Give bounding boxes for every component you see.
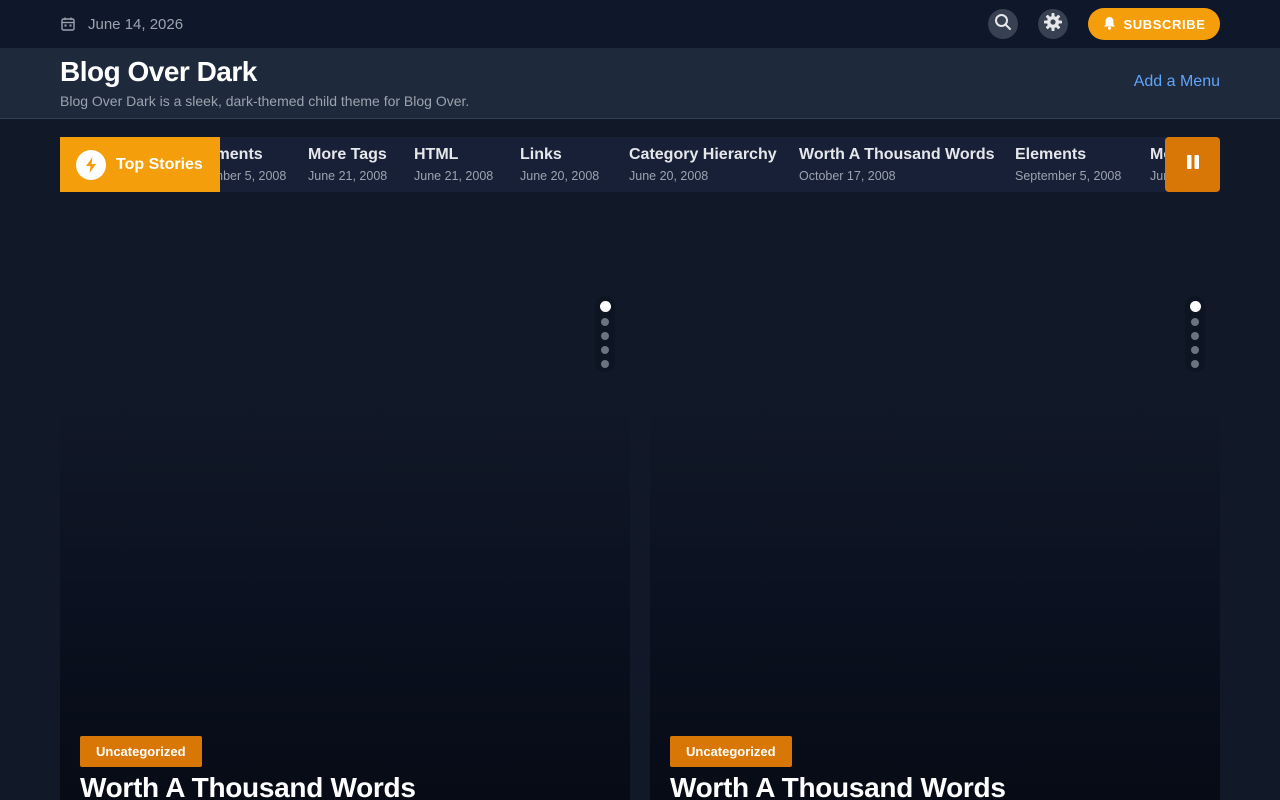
ticker-item[interactable]: Links June 20, 2008 xyxy=(520,146,599,183)
slider-dot[interactable] xyxy=(1191,318,1199,326)
slider-pagination xyxy=(595,296,615,372)
date-display: June 14, 2026 xyxy=(60,0,183,48)
calendar-icon xyxy=(60,16,76,32)
post-title[interactable]: Worth A Thousand Words xyxy=(670,772,1006,800)
ticker-item-title: More Tags xyxy=(308,146,387,163)
bolt-icon xyxy=(76,149,106,180)
ticker-item[interactable]: Elements September 5, 2008 xyxy=(1015,146,1121,183)
theme-settings-button[interactable] xyxy=(1038,9,1068,39)
ticker-item[interactable]: Category Hierarchy June 20, 2008 xyxy=(629,146,777,183)
add-menu-link[interactable]: Add a Menu xyxy=(1134,73,1220,91)
ticker-pause-button[interactable] xyxy=(1165,137,1220,192)
bell-icon xyxy=(1103,16,1116,33)
category-badge[interactable]: Uncategorized xyxy=(670,736,792,767)
slider-dot[interactable] xyxy=(1191,332,1199,340)
ticker-item[interactable]: More Tags June 21, 2008 xyxy=(308,146,387,183)
subscribe-label: SUBSCRIBE xyxy=(1123,16,1206,32)
pause-icon xyxy=(1186,154,1200,175)
date-text: June 14, 2026 xyxy=(88,15,184,33)
ticker-item-date: June 20, 2008 xyxy=(629,169,709,183)
ticker-item-date: June 20, 2008 xyxy=(520,169,600,183)
news-ticker: Comments September 5, 2008 More Tags Jun… xyxy=(60,137,1220,192)
ticker-item[interactable]: Worth A Thousand Words October 17, 2008 xyxy=(799,146,995,183)
top-bar: June 14, 2026 SUBSCRIBE xyxy=(0,0,1280,48)
slider-dot[interactable] xyxy=(601,360,609,368)
ticker-item-title: Category Hierarchy xyxy=(629,146,777,163)
slider-dot[interactable] xyxy=(601,332,609,340)
top-stories-text: Top Stories xyxy=(116,155,203,173)
ticker-item-title: HTML xyxy=(414,146,459,163)
ticker-item-title: Worth A Thousand Words xyxy=(799,146,995,163)
site-title[interactable]: Blog Over Dark xyxy=(60,56,257,88)
featured-post-card[interactable]: Uncategorized Worth A Thousand Words xyxy=(60,232,630,800)
site-description: Blog Over Dark is a sleek, dark-themed c… xyxy=(60,93,470,109)
slider-dot[interactable] xyxy=(599,301,611,312)
site-header: Blog Over Dark Blog Over Dark is a sleek… xyxy=(0,48,1280,119)
ticker-item-date: September 5, 2008 xyxy=(1015,169,1122,183)
ticker-item-title: Links xyxy=(520,146,562,163)
subscribe-button[interactable]: SUBSCRIBE xyxy=(1088,8,1220,40)
slider-dot[interactable] xyxy=(601,346,609,354)
slider-dot[interactable] xyxy=(601,318,609,326)
ticker-item[interactable]: HTML June 21, 2008 xyxy=(414,146,493,183)
slider-dot[interactable] xyxy=(1191,346,1199,354)
post-title[interactable]: Worth A Thousand Words xyxy=(80,772,416,800)
ticker-item-date: October 17, 2008 xyxy=(799,169,896,183)
slider-dot[interactable] xyxy=(1189,301,1201,312)
ticker-item-date: June 21, 2008 xyxy=(308,169,388,183)
top-stories-label: Top Stories xyxy=(60,137,220,192)
ticker-item-date: June 21, 2008 xyxy=(414,169,494,183)
featured-post-card[interactable]: Uncategorized Worth A Thousand Words xyxy=(650,232,1220,800)
slider-pagination xyxy=(1185,296,1205,372)
search-button[interactable] xyxy=(988,9,1018,39)
slider-dot[interactable] xyxy=(1191,360,1199,368)
gear-icon xyxy=(1043,12,1063,37)
ticker-item-title: Elements xyxy=(1015,146,1087,163)
search-icon xyxy=(994,13,1012,36)
category-badge[interactable]: Uncategorized xyxy=(80,736,202,767)
